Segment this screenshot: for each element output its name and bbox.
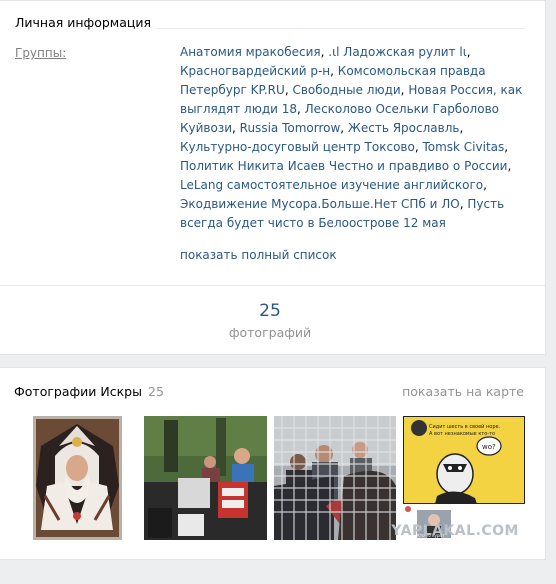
group-separator: , bbox=[507, 159, 512, 173]
photos-title[interactable]: Фотографии Искры 25 bbox=[14, 384, 164, 400]
group-link[interactable]: Жесть Ярославль bbox=[348, 121, 460, 135]
photos-count: 25 bbox=[148, 384, 164, 399]
photo-count-label[interactable]: фотографий bbox=[0, 325, 540, 341]
street-stall-image bbox=[144, 416, 267, 540]
watermark: YAPLAKAL.COM bbox=[391, 523, 519, 539]
group-separator: , bbox=[504, 140, 509, 154]
icon-painting-image bbox=[33, 416, 122, 540]
group-separator: , bbox=[330, 64, 338, 78]
group-link[interactable]: Свободные люди bbox=[292, 83, 400, 97]
group-link[interactable]: LeLang самостоятельное изучение английск… bbox=[180, 178, 483, 192]
group-link[interactable]: Красногвардейский р-н bbox=[180, 64, 330, 78]
groups-list: Анатомия мракобесия, .ιl Ладожская рулит… bbox=[180, 43, 525, 233]
group-link[interactable]: Russia Tomorrow bbox=[240, 121, 341, 135]
group-separator: , bbox=[483, 178, 487, 192]
photo-thumbnail-caged-crowd[interactable] bbox=[274, 416, 396, 540]
section-header: Личная информация bbox=[15, 15, 525, 30]
divider bbox=[0, 285, 545, 286]
personal-info-card: Личная информация Группы: Анатомия мрако… bbox=[0, 0, 546, 355]
photos-title-text: Фотографии Искры bbox=[14, 384, 142, 399]
photo-thumbnail-street-stall[interactable] bbox=[144, 416, 267, 540]
group-link[interactable]: Культурно-досуговый центр Токсово bbox=[180, 140, 415, 154]
photo-count-number[interactable]: 25 bbox=[0, 301, 540, 321]
group-link[interactable]: Политик Никита Исаев Честно и правдиво о… bbox=[180, 159, 507, 173]
show-on-map-link[interactable]: показать на карте bbox=[402, 384, 524, 400]
show-full-list-link[interactable]: показать полный список bbox=[180, 247, 337, 263]
cartoon-image: Сидит шесть в своей норе. А вот незнаком… bbox=[403, 416, 525, 540]
photo-thumbnail-cartoon[interactable]: Сидит шесть в своей норе. А вот незнаком… bbox=[403, 416, 525, 540]
group-link[interactable]: Экодвижение Мусора.Больше.Нет СПб и ЛО bbox=[180, 197, 460, 211]
group-separator: , bbox=[340, 121, 348, 135]
cartoon-text-line: А вот незнакомые кто-то bbox=[429, 431, 495, 437]
photos-card: Фотографии Искры 25 показать на карте Си… bbox=[0, 367, 546, 560]
cartoon-text-line: Сидит шесть в своей норе. bbox=[429, 423, 501, 430]
group-link[interactable]: .ιl Ладожская рулит lι bbox=[328, 45, 466, 59]
caged-crowd-image bbox=[274, 416, 396, 540]
group-separator: , bbox=[232, 121, 240, 135]
section-title: Личная информация bbox=[15, 15, 158, 30]
cartoon-speech-bubble: wo? bbox=[482, 443, 496, 451]
group-separator: , bbox=[466, 45, 471, 59]
group-separator: , bbox=[459, 121, 464, 135]
photo-thumbnail-icon-painting[interactable] bbox=[33, 416, 122, 540]
group-link[interactable]: Анатомия мракобесия bbox=[180, 45, 321, 59]
group-link[interactable]: Tomsk Civitas bbox=[422, 140, 504, 154]
groups-label[interactable]: Группы: bbox=[15, 45, 66, 61]
group-separator: , bbox=[297, 102, 305, 116]
